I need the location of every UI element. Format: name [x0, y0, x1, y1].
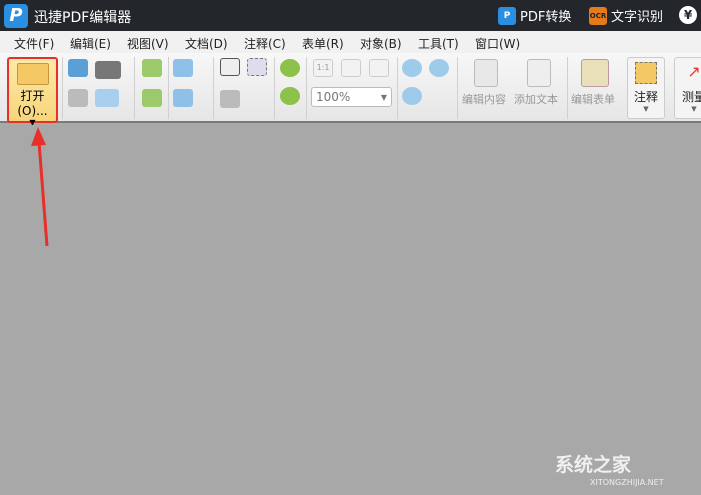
annotation-arrow: [31, 127, 49, 247]
watermark-logo: 系统之家: [555, 454, 632, 476]
watermark-subtitle: XITONGZHIJIA.NET: [590, 478, 664, 487]
